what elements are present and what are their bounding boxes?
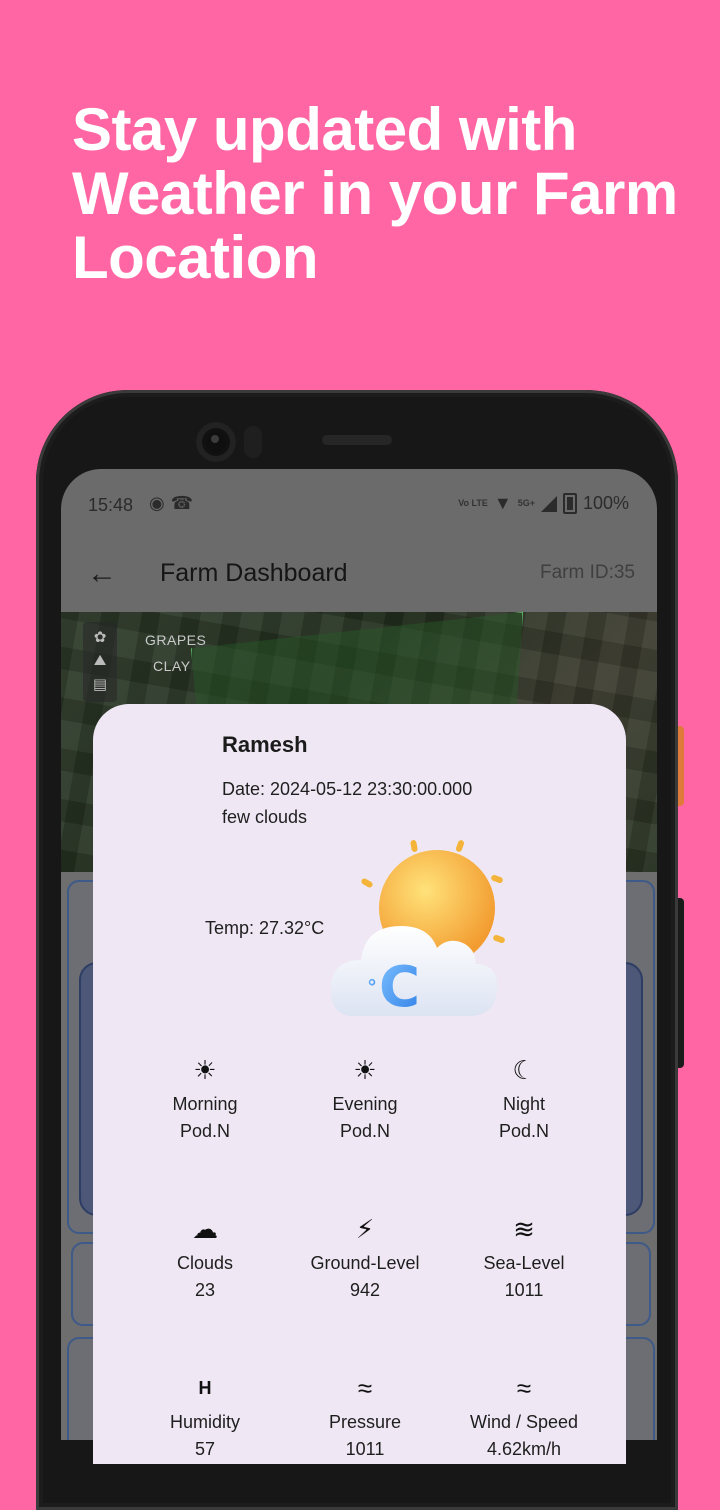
sea-level-item: ≋ Sea-Level 1011	[449, 1213, 599, 1303]
call-icon: ☎	[170, 493, 200, 513]
night-label: Night	[502, 1094, 546, 1114]
signal-icon	[540, 495, 557, 512]
pressure-label: Pressure	[328, 1412, 402, 1432]
volte-icon: Vo LTE	[458, 498, 488, 508]
weather-description: few clouds	[222, 807, 308, 827]
front-camera	[196, 422, 236, 462]
headline-line-3: Location	[72, 224, 319, 291]
battery-icon	[562, 493, 577, 514]
wind-speed-label: Wind / Speed	[469, 1412, 579, 1432]
night-item: ☾ Night Pod.N	[449, 1054, 599, 1144]
crop-label: GRAPES	[145, 632, 207, 648]
weather-cloud-sun-icon: ° C	[330, 840, 505, 1020]
evening-label: Evening	[332, 1094, 398, 1114]
sunset-icon: ☀	[353, 1055, 377, 1085]
clouds-label: Clouds	[176, 1253, 234, 1273]
status-right: Vo LTE ▼ 5G+ 100%	[458, 493, 629, 514]
status-time: 15:48	[88, 495, 134, 515]
ground-level-value: 942	[349, 1280, 381, 1300]
humidity-item: H Humidity 57	[130, 1372, 280, 1462]
clouds-value: 23	[194, 1280, 216, 1300]
evening-value: Pod.N	[339, 1121, 391, 1141]
lightning-icon: ⚡	[355, 1214, 375, 1244]
status-bar: 15:48 ◉☎ Vo LTE ▼ 5G+ 100%	[61, 469, 657, 539]
morning-item: ☀ Morning Pod.N	[130, 1054, 280, 1144]
svg-text:C: C	[379, 955, 420, 1020]
night-value: Pod.N	[498, 1121, 550, 1141]
wind-icon: ≈	[357, 1373, 373, 1403]
app-bar: ← Farm Dashboard Farm ID:35	[61, 539, 657, 612]
clouds-item: ☁ Clouds 23	[130, 1213, 280, 1303]
svg-text:°: °	[367, 975, 377, 999]
map-legend: ✿ ⛰ ▤	[83, 622, 117, 702]
sea-level-label: Sea-Level	[483, 1253, 565, 1273]
cloud-icon: ☁	[192, 1214, 218, 1244]
sea-level-value: 1011	[504, 1280, 544, 1300]
five-g-label: 5G+	[517, 498, 535, 508]
wind-speed-item: ≈ Wind / Speed 4.62km/h	[449, 1372, 599, 1462]
weather-date: Date: 2024-05-12 23:30:00.000	[222, 779, 473, 799]
earpiece-speaker	[322, 435, 392, 445]
status-notification-icons: ◉☎	[149, 493, 199, 514]
pressure-item: ≈ Pressure 1011	[290, 1372, 440, 1462]
headline-line-1: Stay updated with	[72, 96, 577, 163]
headline: Stay updated with Weather in your Farm L…	[72, 98, 692, 290]
soil-icon: ⛰	[93, 652, 107, 669]
soil-label: CLAY	[153, 658, 191, 674]
morning-label: Morning	[172, 1094, 238, 1114]
power-button	[678, 726, 684, 806]
morning-value: Pod.N	[179, 1121, 231, 1141]
waves-icon: ≋	[513, 1214, 535, 1244]
ground-level-item: ⚡ Ground-Level 942	[290, 1213, 440, 1303]
headline-line-2: Weather in your Farm	[72, 160, 678, 227]
weather-dialog: Ramesh Date: 2024-05-12 23:30:00.000 few…	[93, 704, 626, 1464]
notification-icon: ◉	[149, 493, 171, 513]
moon-icon: ☾	[512, 1055, 536, 1085]
humidity-label: Humidity	[169, 1412, 240, 1432]
farmer-name: Ramesh	[222, 732, 308, 757]
volume-button	[678, 898, 684, 1068]
layer-icon: ▤	[92, 676, 108, 693]
page-title: Farm Dashboard	[160, 559, 348, 587]
wifi-icon: ▼	[493, 493, 512, 513]
farm-id-label: Farm ID:35	[539, 562, 635, 583]
temperature: Temp: 27.32°C	[205, 918, 325, 938]
sun-icon: ☀	[193, 1055, 217, 1085]
battery-percent: 100%	[582, 493, 629, 513]
back-arrow-icon[interactable]: ←	[87, 559, 117, 589]
crop-icon: ✿	[93, 629, 107, 646]
wind-icon: ≈	[516, 1373, 532, 1403]
humidity-icon: H	[198, 1378, 212, 1398]
ground-level-label: Ground-Level	[310, 1253, 420, 1273]
evening-item: ☀ Evening Pod.N	[290, 1054, 440, 1144]
proximity-sensor	[244, 426, 262, 458]
